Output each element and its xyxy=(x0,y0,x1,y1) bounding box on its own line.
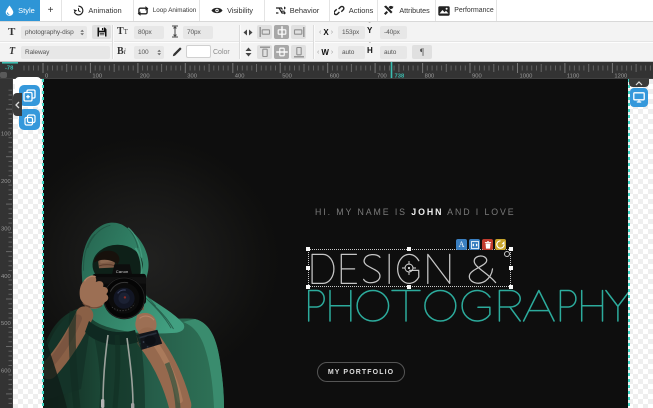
svg-text:400: 400 xyxy=(1,274,11,280)
svg-text:300: 300 xyxy=(1,226,11,232)
svg-text:100: 100 xyxy=(1,131,11,137)
svg-text:600: 600 xyxy=(1,369,11,375)
svg-text:200: 200 xyxy=(1,179,11,185)
svg-text:-78: -78 xyxy=(5,66,14,72)
svg-text:500: 500 xyxy=(1,321,11,327)
